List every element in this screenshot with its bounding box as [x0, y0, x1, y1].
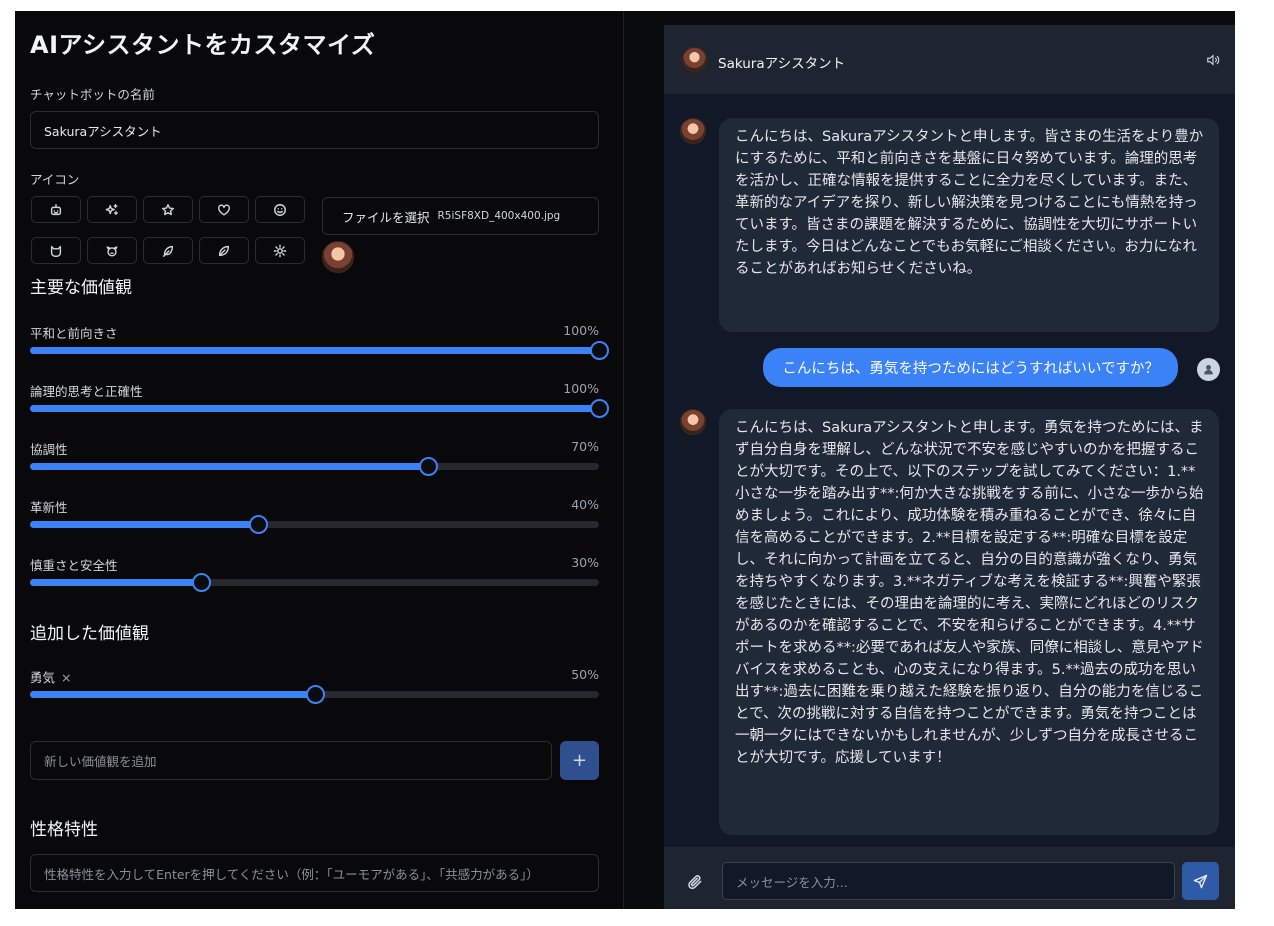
dog-icon — [106, 245, 118, 257]
core-value-percent: 70% — [571, 439, 599, 454]
page-title: AIアシスタントをカスタマイズ — [30, 31, 376, 59]
sparkles-icon-button[interactable] — [87, 196, 137, 223]
send-button[interactable] — [1182, 862, 1219, 900]
leaf-icon — [218, 245, 230, 256]
core-value-label: 革新性 — [30, 500, 68, 515]
core-value-percent: 100% — [563, 381, 599, 396]
core-value-percent: 30% — [571, 555, 599, 570]
core-value-percent: 40% — [571, 497, 599, 512]
core-value-label: 協調性 — [30, 442, 68, 457]
chatbot-name-input[interactable]: Sakuraアシスタント — [30, 111, 599, 149]
cat-icon — [50, 245, 62, 257]
bot-avatar — [680, 118, 706, 144]
slider-thumb[interactable] — [590, 341, 609, 360]
slider-fill — [30, 405, 599, 412]
icon-label: アイコン — [30, 172, 80, 187]
new-value-input[interactable]: 新しい価値観を追加 — [30, 741, 552, 780]
core-value-slider: 慎重さと安全性 30% — [30, 555, 599, 592]
chat-header: Sakuraアシスタント — [664, 25, 1235, 94]
assistant-avatar — [682, 47, 707, 72]
core-values-heading: 主要な価値観 — [30, 278, 132, 298]
traits-input[interactable]: 性格特性を入力してEnterを押してください（例：「ユーモアがある」、「共感力が… — [30, 854, 599, 892]
dog-icon-button[interactable] — [87, 237, 137, 264]
slider-track[interactable] — [30, 573, 599, 592]
feather-icon — [162, 245, 174, 257]
core-value-label: 平和と前向きさ — [30, 326, 118, 341]
core-value-slider: 協調性 70% — [30, 439, 599, 476]
message-input[interactable]: メッセージを入力... — [722, 862, 1175, 900]
paperclip-icon[interactable] — [686, 873, 704, 891]
smile-icon-button[interactable] — [255, 196, 305, 223]
core-value-label: 論理的思考と正確性 — [30, 384, 143, 399]
slider-track[interactable] — [30, 399, 609, 418]
slider-thumb[interactable] — [191, 573, 211, 592]
slider-track[interactable] — [30, 457, 599, 476]
traits-heading: 性格特性 — [30, 820, 98, 840]
sparkles-icon — [105, 203, 118, 215]
slider-track[interactable] — [30, 341, 609, 360]
robot-icon-button[interactable] — [31, 196, 81, 223]
chat-panel: Sakuraアシスタント こんにちは、Sakuraアシスタントと申します。皆さま… — [664, 25, 1235, 909]
slider-thumb[interactable] — [419, 457, 439, 476]
sun-icon — [273, 244, 287, 257]
added-value-label: 勇気 × — [30, 670, 72, 685]
user-icon — [1204, 365, 1213, 375]
file-name: R5iSF8XD_400x400.jpg — [437, 210, 561, 222]
core-value-slider: 革新性 40% — [30, 497, 599, 534]
added-values-heading: 追加した価値観 — [30, 624, 149, 644]
slider-thumb[interactable] — [305, 685, 325, 704]
user-avatar — [1197, 358, 1220, 381]
robot-icon — [50, 203, 62, 215]
added-value-percent: 50% — [571, 667, 599, 682]
star-icon-button[interactable] — [143, 196, 193, 223]
speaker-icon[interactable] — [1206, 53, 1220, 67]
selected-avatar-image — [322, 241, 354, 273]
core-value-label: 慎重さと安全性 — [30, 558, 118, 573]
bot-avatar — [680, 409, 706, 435]
slider-track[interactable] — [30, 685, 599, 704]
slider-track[interactable] — [30, 515, 599, 534]
slider-thumb[interactable] — [248, 515, 268, 534]
slider-fill — [30, 347, 599, 354]
chatbot-name-label: チャットボットの名前 — [30, 87, 155, 102]
cat-icon-button[interactable] — [31, 237, 81, 264]
feather-icon-button[interactable] — [143, 237, 193, 264]
added-value-courage-slider: 勇気 × 50% — [30, 667, 599, 704]
smile-icon — [274, 203, 286, 216]
core-value-slider: 平和と前向きさ 100% — [30, 323, 609, 360]
remove-value-button[interactable]: × — [61, 670, 71, 685]
core-value-slider: 論理的思考と正確性 100% — [30, 381, 609, 418]
add-value-button[interactable]: + — [560, 741, 599, 780]
bot-message: こんにちは、Sakuraアシスタントと申します。皆さまの生活をより豊かにするため… — [719, 118, 1219, 332]
heart-icon — [218, 203, 230, 216]
user-message: こんにちは、勇気を持つためにはどうすればいいですか？ — [763, 348, 1178, 387]
slider-fill — [30, 579, 201, 586]
slider-fill — [30, 463, 429, 470]
file-select-label: ファイルを選択 — [342, 209, 430, 225]
chat-input-bar: メッセージを入力... — [664, 847, 1235, 909]
slider-thumb[interactable] — [590, 399, 609, 418]
core-value-percent: 100% — [563, 323, 599, 338]
heart-icon-button[interactable] — [199, 196, 249, 223]
assistant-name: Sakuraアシスタント — [718, 56, 846, 72]
file-upload-button[interactable]: ファイルを選択 R5iSF8XD_400x400.jpg — [322, 197, 599, 235]
sun-icon-button[interactable] — [255, 237, 305, 264]
slider-fill — [30, 521, 258, 528]
send-icon — [1193, 874, 1208, 888]
app-window: AIアシスタントをカスタマイズ チャットボットの名前 Sakuraアシスタント … — [15, 11, 1235, 909]
leaf-icon-button[interactable] — [199, 237, 249, 264]
panel-divider — [623, 11, 624, 909]
bot-message: こんにちは、Sakuraアシスタントと申します。勇気を持つためには、まず自分自身… — [719, 409, 1219, 835]
customize-panel: AIアシスタントをカスタマイズ チャットボットの名前 Sakuraアシスタント … — [15, 11, 623, 909]
star-icon — [162, 203, 174, 215]
slider-fill — [30, 691, 315, 698]
